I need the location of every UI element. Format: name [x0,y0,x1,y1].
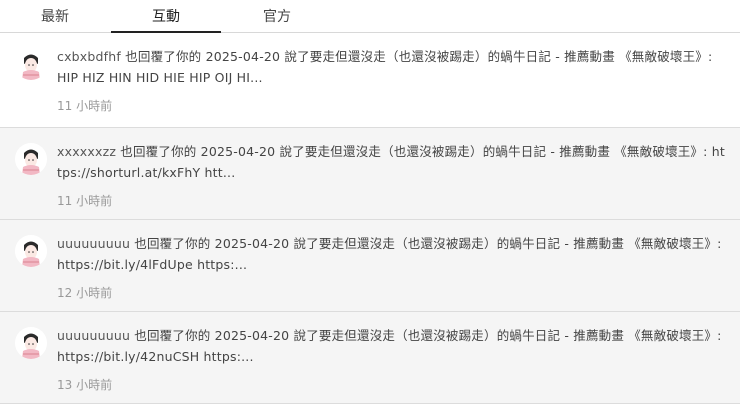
notification-text: uuuuuuuuu 也回覆了你的 2025-04-20 說了要走但還沒走（也還沒… [57,325,726,367]
notification-item[interactable]: xxxxxxzz 也回覆了你的 2025-04-20 說了要走但還沒走（也還沒被… [0,128,740,220]
username[interactable]: xxxxxxzz [57,144,116,159]
timestamp: 12 小時前 [57,286,113,300]
username[interactable]: uuuuuuuuu [57,236,130,251]
avatar-illustration-icon [15,48,47,80]
notification-tabs: 最新 互動 官方 [0,0,740,33]
action-text: 也回覆了你的 [121,49,206,64]
avatar-illustration-icon [15,235,47,267]
notification-item[interactable]: uuuuuuuuu 也回覆了你的 2025-04-20 說了要走但還沒走（也還沒… [0,312,740,404]
avatar[interactable] [15,48,47,80]
action-text: 也回覆了你的 [130,236,215,251]
timestamp: 11 小時前 [57,194,113,208]
timestamp: 11 小時前 [57,99,113,113]
action-text: 也回覆了你的 [116,144,201,159]
notification-item[interactable]: cxbxbdfhf 也回覆了你的 2025-04-20 說了要走但還沒走（也還沒… [0,33,740,128]
username[interactable]: uuuuuuuuu [57,328,130,343]
notification-text: xxxxxxzz 也回覆了你的 2025-04-20 說了要走但還沒走（也還沒被… [57,141,726,183]
avatar-illustration-icon [15,327,47,359]
notification-text: uuuuuuuuu 也回覆了你的 2025-04-20 說了要走但還沒走（也還沒… [57,233,726,275]
username[interactable]: cxbxbdfhf [57,49,121,64]
action-text: 也回覆了你的 [130,328,215,343]
avatar[interactable] [15,235,47,267]
notification-item[interactable]: uuuuuuuuu 也回覆了你的 2025-04-20 說了要走但還沒走（也還沒… [0,220,740,312]
tab-official[interactable]: 官方 [222,0,332,32]
notification-list: cxbxbdfhf 也回覆了你的 2025-04-20 說了要走但還沒走（也還沒… [0,33,740,404]
timestamp: 13 小時前 [57,378,113,392]
avatar-illustration-icon [15,143,47,175]
avatar[interactable] [15,327,47,359]
avatar[interactable] [15,143,47,175]
notification-text: cxbxbdfhf 也回覆了你的 2025-04-20 說了要走但還沒走（也還沒… [57,46,726,88]
tab-latest[interactable]: 最新 [0,0,110,32]
tab-interactions[interactable]: 互動 [111,0,221,33]
